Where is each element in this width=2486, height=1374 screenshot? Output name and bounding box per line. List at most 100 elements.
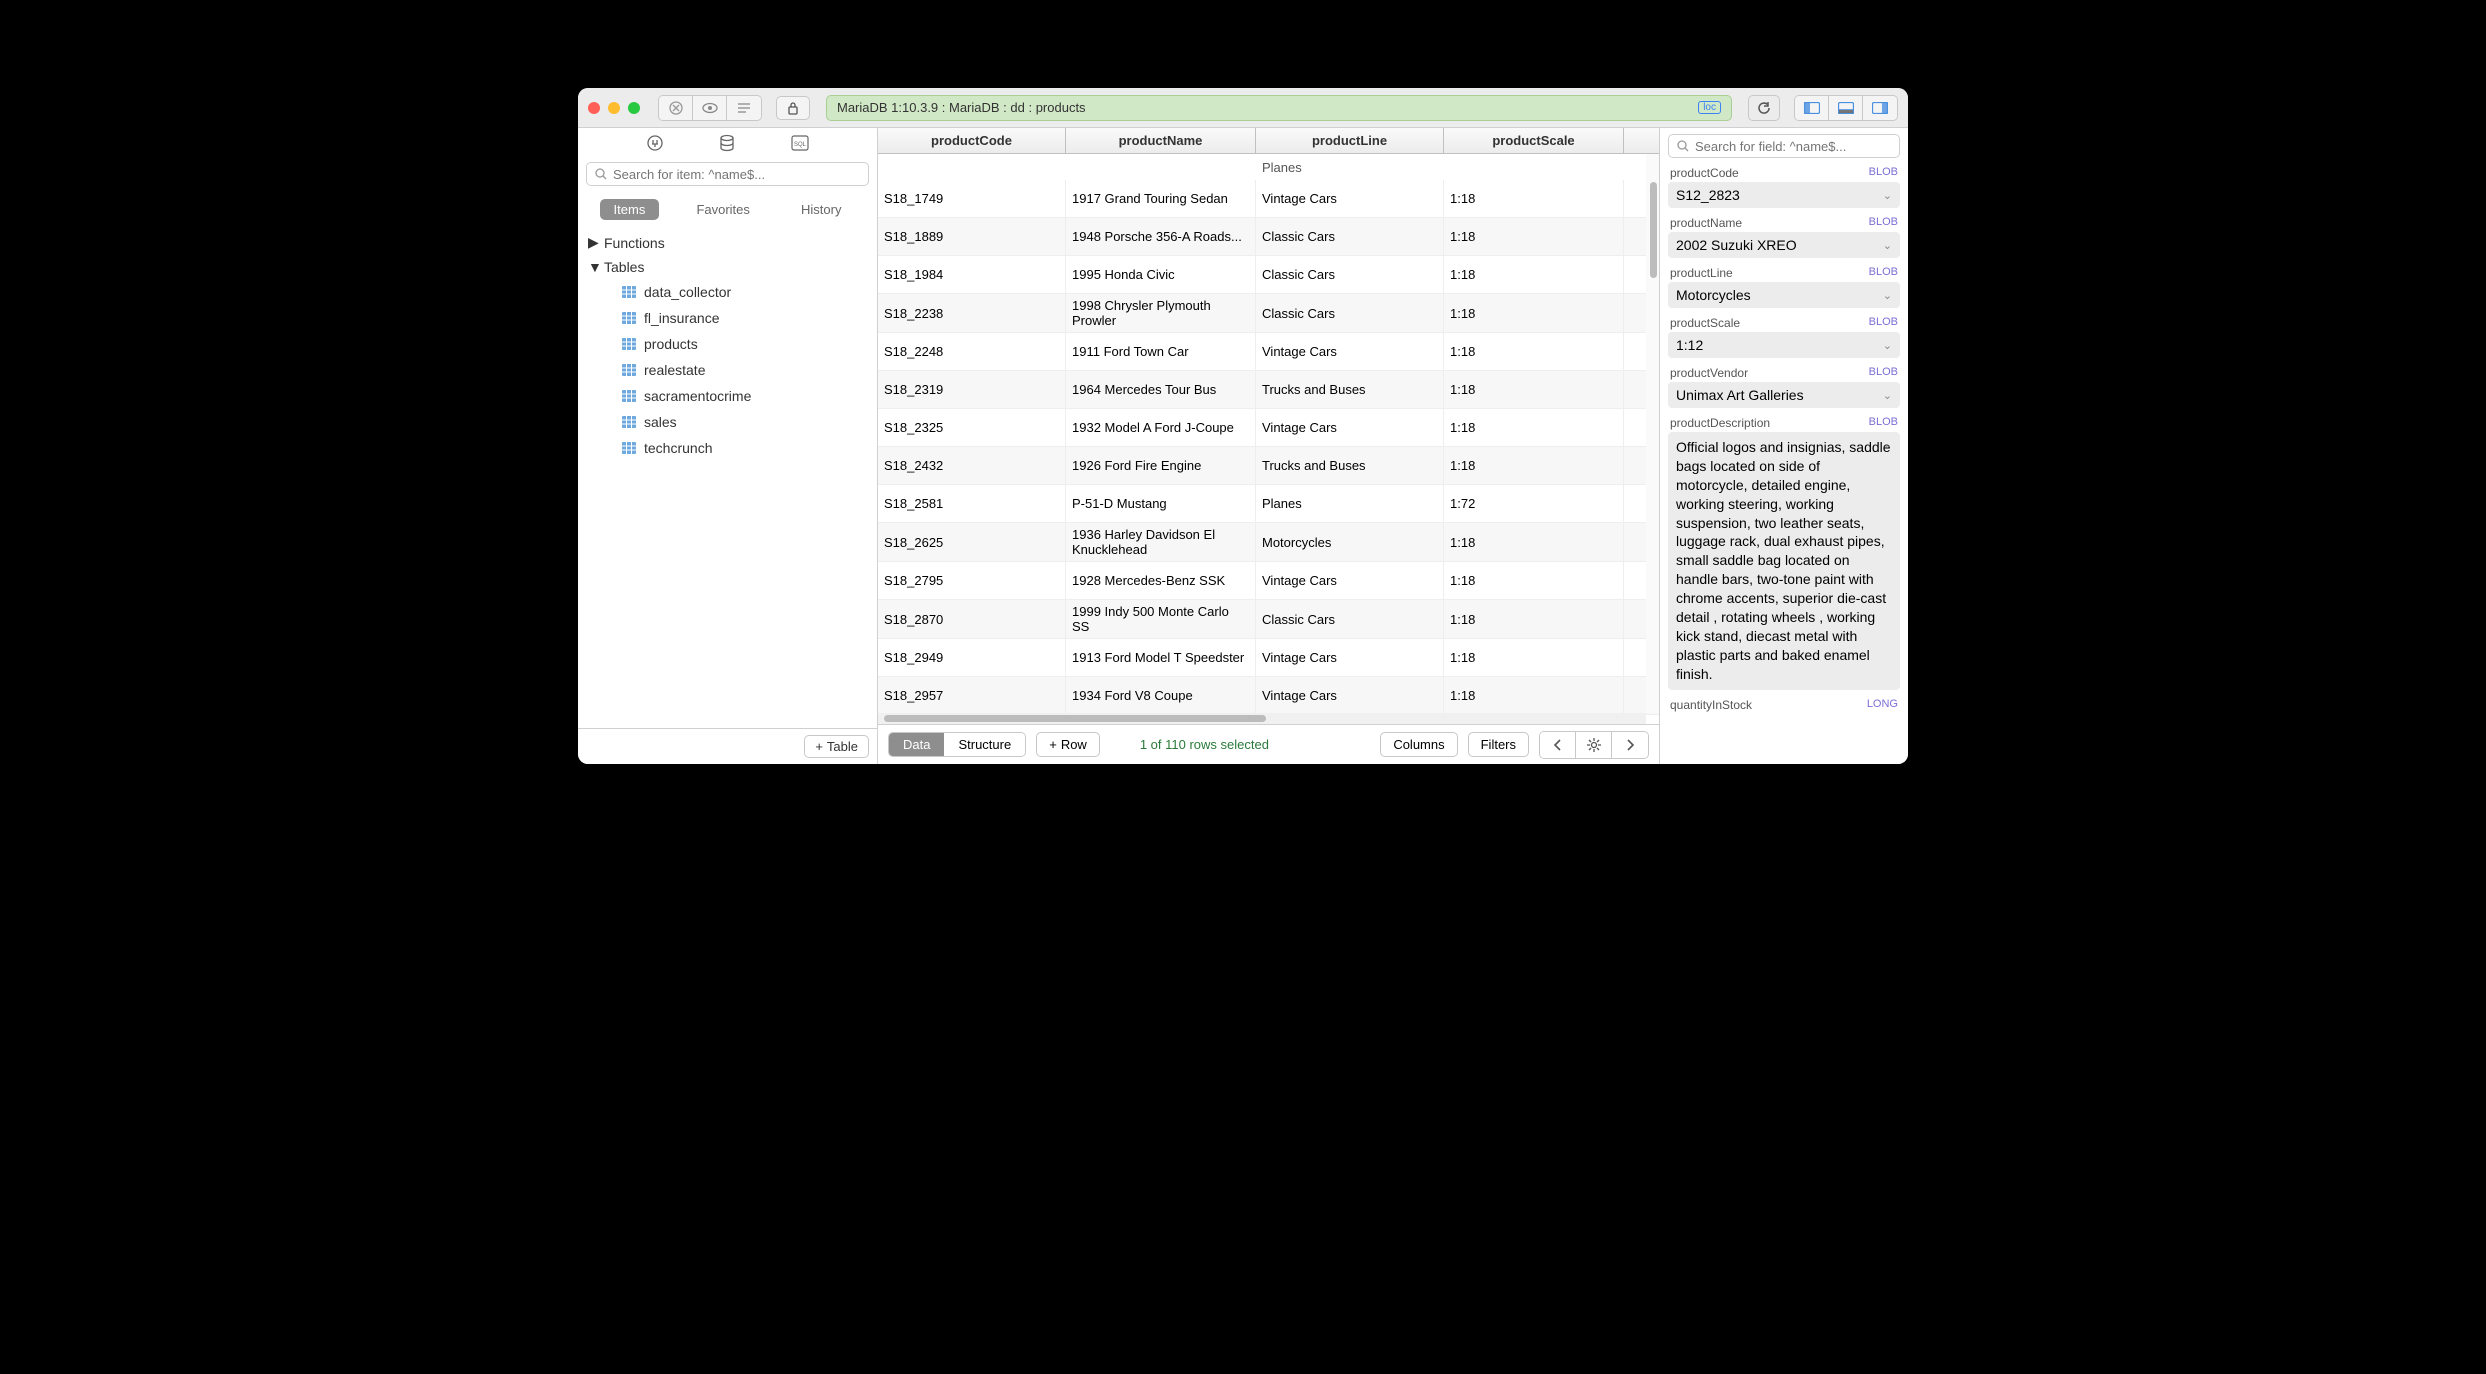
sidebar-footer: + Table [578,728,877,764]
window-controls [588,102,640,114]
chevron-down-icon: ⌄ [1883,438,1892,453]
toolbar-group-1 [658,95,762,121]
table-row[interactable]: S18_24321926 Ford Fire EngineTrucks and … [878,447,1659,485]
nav-next[interactable] [1612,732,1648,758]
view-data[interactable]: Data [889,733,944,756]
table-row[interactable]: S18_22481911 Ford Town CarVintage Cars1:… [878,333,1659,371]
format-button[interactable] [727,96,761,120]
col-header-productscale[interactable]: productScale [1444,128,1624,153]
field-productvendor-value[interactable]: Unimax Art Galleries⌄ [1668,382,1900,408]
partial-top-row: Planes [878,154,1659,180]
table-row[interactable]: S18_2581P-51-D MustangPlanes1:72 [878,485,1659,523]
sidebar-mode-icons: SQL [578,128,877,158]
field-productscale-value[interactable]: 1:12⌄ [1668,332,1900,358]
table-icon [622,364,636,376]
plug-icon[interactable] [646,134,664,152]
table-row[interactable]: S18_29571934 Ford V8 CoupeVintage Cars1:… [878,677,1659,715]
chevron-down-icon: ⌄ [1883,289,1892,302]
tab-history[interactable]: History [787,199,855,220]
field-productcode-value[interactable]: S12_2823⌄ [1668,182,1900,208]
columns-button[interactable]: Columns [1380,732,1457,757]
tree-tables[interactable]: ▼ Tables [578,255,877,279]
add-table-button[interactable]: + Table [804,735,869,758]
main-footer: Data Structure + Row 1 of 110 rows selec… [878,724,1659,764]
toggle-bottom-panel[interactable] [1829,96,1863,120]
breadcrumb-text: MariaDB 1:10.3.9 : MariaDB : dd : produc… [837,100,1086,115]
tab-favorites[interactable]: Favorites [682,199,763,220]
lock-button[interactable] [776,96,810,120]
tree-tables-label: Tables [604,259,644,275]
sidebar: SQL Items Favorites History ▶ Functions … [578,128,878,764]
table-icon [622,286,636,298]
table-item-products[interactable]: products [612,331,877,357]
table-item-fl_insurance[interactable]: fl_insurance [612,305,877,331]
database-icon[interactable] [719,134,735,152]
table-icon [622,338,636,350]
field-productdescription-value[interactable]: Official logos and insignias, saddle bag… [1668,432,1900,690]
table-item-realestate[interactable]: realestate [612,357,877,383]
inspector-search-input[interactable] [1695,139,1891,154]
search-icon [595,168,607,180]
vertical-scrollbar[interactable] [1646,154,1659,713]
zoom-window[interactable] [628,102,640,114]
grid-body: Planes S18_17491917 Grand Touring SedanV… [878,154,1659,724]
field-productline-value[interactable]: Motorcycles⌄ [1668,282,1900,308]
table-row[interactable]: S18_26251936 Harley Davidson El Knuckleh… [878,523,1659,562]
refresh-button[interactable] [1748,95,1780,121]
field-productcode: productCodeBLOB S12_2823⌄ [1668,164,1900,208]
grid-header: productCode productName productLine prod… [878,128,1659,154]
toggle-right-panel[interactable] [1863,96,1897,120]
table-row[interactable]: S18_18891948 Porsche 356-A Roads...Class… [878,218,1659,256]
table-item-techcrunch[interactable]: techcrunch [612,435,877,461]
col-header-productline[interactable]: productLine [1256,128,1444,153]
table-row[interactable]: S18_17491917 Grand Touring SedanVintage … [878,180,1659,218]
selection-status: 1 of 110 rows selected [1110,737,1370,752]
stop-button[interactable] [659,96,693,120]
table-item-sales[interactable]: sales [612,409,877,435]
table-row[interactable]: S18_23251932 Model A Ford J-CoupeVintage… [878,409,1659,447]
main: productCode productName productLine prod… [878,128,1660,764]
table-row[interactable]: S18_22381998 Chrysler Plymouth ProwlerCl… [878,294,1659,333]
field-productline: productLineBLOB Motorcycles⌄ [1668,264,1900,308]
sidebar-search[interactable] [586,162,869,186]
preview-button[interactable] [693,96,727,120]
tab-items[interactable]: Items [600,199,660,220]
table-row[interactable]: S18_23191964 Mercedes Tour BusTrucks and… [878,371,1659,409]
add-row-button[interactable]: + Row [1036,732,1100,757]
h-scroll-thumb[interactable] [884,715,1266,722]
toggle-left-panel[interactable] [1795,96,1829,120]
table-row[interactable]: S18_29491913 Ford Model T SpeedsterVinta… [878,639,1659,677]
filters-button[interactable]: Filters [1468,732,1529,757]
table-icon [622,442,636,454]
field-productname-value[interactable]: 2002 Suzuki XREO⌄ [1668,232,1900,258]
horizontal-scrollbar[interactable] [878,713,1646,724]
col-header-productcode[interactable]: productCode [878,128,1066,153]
tree-functions[interactable]: ▶ Functions [578,230,877,255]
inspector-body: productCodeBLOB S12_2823⌄ productNameBLO… [1660,164,1908,764]
table-item-data_collector[interactable]: data_collector [612,279,877,305]
sidebar-search-input[interactable] [613,167,860,182]
caret-right-icon: ▶ [588,234,598,251]
nav-settings[interactable] [1576,732,1612,758]
table-item-sacramentocrime[interactable]: sacramentocrime [612,383,877,409]
field-quantityinstock: quantityInStockLONG [1668,696,1900,714]
field-productscale: productScaleBLOB 1:12⌄ [1668,314,1900,358]
breadcrumb-bar[interactable]: MariaDB 1:10.3.9 : MariaDB : dd : produc… [826,95,1732,121]
app-window: MariaDB 1:10.3.9 : MariaDB : dd : produc… [578,88,1908,764]
table-row[interactable]: S18_28701999 Indy 500 Monte Carlo SSClas… [878,600,1659,639]
inspector-search[interactable] [1668,134,1900,158]
view-structure[interactable]: Structure [944,733,1025,756]
minimize-window[interactable] [608,102,620,114]
v-scroll-thumb[interactable] [1650,182,1657,278]
chevron-down-icon: ⌄ [1883,389,1892,402]
nav-prev[interactable] [1540,732,1576,758]
close-window[interactable] [588,102,600,114]
grid-rows: Planes S18_17491917 Grand Touring SedanV… [878,154,1659,715]
table-row[interactable]: S18_19841995 Honda CivicClassic Cars1:18 [878,256,1659,294]
sidebar-tree: ▶ Functions ▼ Tables data_collectorfl_in… [578,224,877,728]
table-row[interactable]: S18_27951928 Mercedes-Benz SSKVintage Ca… [878,562,1659,600]
col-header-productname[interactable]: productName [1066,128,1256,153]
caret-down-icon: ▼ [588,259,598,275]
sql-icon[interactable]: SQL [791,135,809,151]
search-icon [1677,140,1689,152]
